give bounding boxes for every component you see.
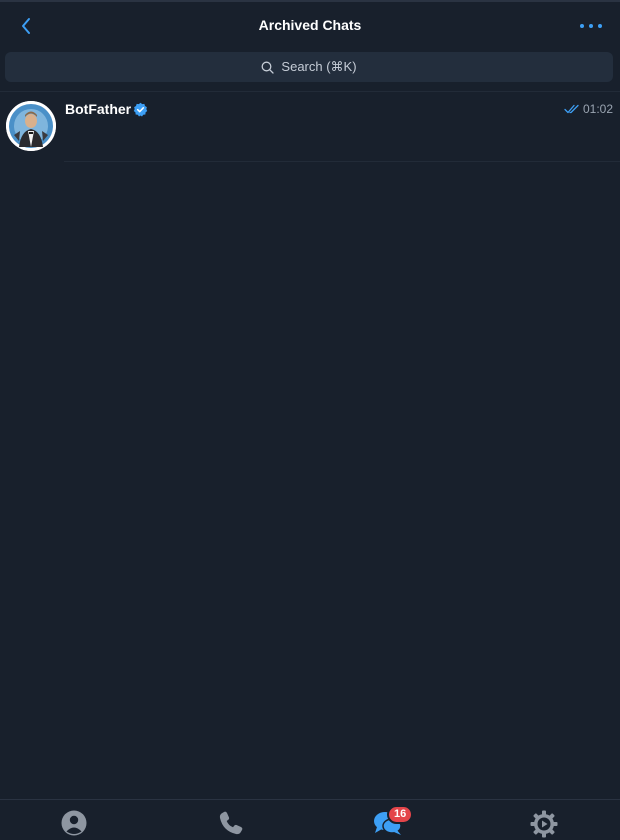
search-placeholder: Search (⌘K) — [281, 59, 357, 74]
search-icon — [261, 61, 275, 74]
person-icon — [61, 810, 87, 836]
ellipsis-icon-dot-2 — [589, 24, 593, 28]
search-content: Search (⌘K) — [261, 59, 357, 75]
archived-chats-window: Archived Chats Search (⌘K) BotFather 01:… — [0, 0, 620, 840]
tab-settings[interactable] — [529, 810, 559, 840]
page-title: Archived Chats — [258, 17, 362, 33]
tab-contacts[interactable] — [59, 810, 89, 840]
ellipsis-icon — [580, 24, 584, 28]
more-options-button[interactable] — [580, 20, 602, 32]
chat-name: BotFather — [65, 101, 132, 117]
chat-item-botfather[interactable]: BotFather 01:02 — [0, 92, 620, 162]
double-check-icon — [564, 104, 579, 114]
verified-badge-icon — [133, 102, 148, 117]
phone-icon — [219, 811, 243, 835]
avatar — [6, 101, 56, 151]
botfather-avatar-image — [6, 101, 56, 151]
chat-time: 01:02 — [582, 102, 613, 116]
header: Archived Chats — [0, 2, 620, 48]
gear-icon — [530, 810, 558, 838]
unread-badge: 16 — [387, 805, 414, 824]
tab-calls[interactable] — [216, 810, 246, 840]
search-input[interactable]: Search (⌘K) — [5, 52, 613, 82]
ellipsis-icon-dot-3 — [598, 24, 602, 28]
tab-bar — [0, 799, 620, 840]
chat-row-divider — [64, 161, 620, 162]
